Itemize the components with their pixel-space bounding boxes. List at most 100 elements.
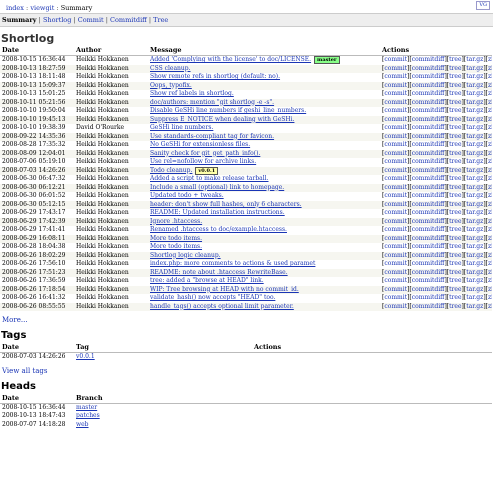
action-zip-link[interactable]: zip bbox=[488, 90, 492, 97]
commit-message-link[interactable]: tree: added a "browse at HEAD" link. bbox=[150, 277, 264, 284]
breadcrumb-index[interactable]: index bbox=[6, 4, 24, 12]
action-commit-link[interactable]: commit bbox=[384, 56, 407, 63]
action-commitdiff-link[interactable]: commitdiff bbox=[412, 184, 445, 191]
action-zip-link[interactable]: zip bbox=[488, 286, 492, 293]
action-zip-link[interactable]: zip bbox=[488, 99, 492, 106]
action-targz-link[interactable]: tar.gz bbox=[466, 226, 483, 233]
action-commitdiff-link[interactable]: commitdiff bbox=[412, 150, 445, 157]
action-targz-link[interactable]: tar.gz bbox=[466, 294, 483, 301]
action-targz-link[interactable]: tar.gz bbox=[466, 252, 483, 259]
action-tree-link[interactable]: tree bbox=[449, 303, 461, 310]
action-targz-link[interactable]: tar.gz bbox=[466, 201, 483, 208]
action-commitdiff-link[interactable]: commitdiff bbox=[412, 294, 445, 301]
action-zip-link[interactable]: zip bbox=[488, 209, 492, 216]
more-link[interactable]: More... bbox=[2, 316, 28, 324]
commit-message-link[interactable]: README: Updated installation instruction… bbox=[150, 209, 285, 216]
branch-link[interactable]: master bbox=[76, 404, 97, 411]
action-zip-link[interactable]: zip bbox=[488, 252, 492, 259]
view-all-tags-link[interactable]: View all tags bbox=[2, 367, 47, 375]
commit-message-link[interactable]: Suppress E_NOTICE when dealing with GeSH… bbox=[150, 116, 294, 123]
action-targz-link[interactable]: tar.gz bbox=[466, 141, 483, 148]
commit-message-link[interactable]: No GeSHi for extensionless files. bbox=[150, 141, 250, 148]
commit-message-link[interactable]: WIP: Tree browsing at HEAD with no commi… bbox=[150, 286, 299, 293]
action-tree-link[interactable]: tree bbox=[449, 99, 461, 106]
action-tree-link[interactable]: tree bbox=[449, 252, 461, 259]
commit-message-link[interactable]: Renamed .htaccess to doc/example.htacces… bbox=[150, 226, 287, 233]
action-commitdiff-link[interactable]: commitdiff bbox=[412, 235, 445, 242]
action-commitdiff-link[interactable]: commitdiff bbox=[412, 107, 445, 114]
action-zip-link[interactable]: zip bbox=[488, 133, 492, 140]
action-commit-link[interactable]: commit bbox=[384, 133, 407, 140]
action-tree-link[interactable]: tree bbox=[449, 56, 461, 63]
action-commitdiff-link[interactable]: commitdiff bbox=[412, 209, 445, 216]
action-targz-link[interactable]: tar.gz bbox=[466, 303, 483, 310]
action-commit-link[interactable]: commit bbox=[384, 184, 407, 191]
action-targz-link[interactable]: tar.gz bbox=[466, 158, 483, 165]
action-commit-link[interactable]: commit bbox=[384, 226, 407, 233]
action-commitdiff-link[interactable]: commitdiff bbox=[412, 277, 445, 284]
action-tree-link[interactable]: tree bbox=[449, 184, 461, 191]
commit-message-link[interactable]: Updated todo + tweaks. bbox=[150, 192, 224, 199]
commit-message-link[interactable]: Show ref labels in shortlog. bbox=[150, 90, 234, 97]
nav-summary[interactable]: Summary bbox=[2, 16, 37, 24]
action-tree-link[interactable]: tree bbox=[449, 141, 461, 148]
action-commitdiff-link[interactable]: commitdiff bbox=[412, 116, 445, 123]
action-commitdiff-link[interactable]: commitdiff bbox=[412, 260, 445, 267]
action-targz-link[interactable]: tar.gz bbox=[466, 124, 483, 131]
action-tree-link[interactable]: tree bbox=[449, 269, 461, 276]
action-targz-link[interactable]: tar.gz bbox=[466, 192, 483, 199]
tag-link[interactable]: v0.0.1 bbox=[76, 353, 95, 360]
action-tree-link[interactable]: tree bbox=[449, 286, 461, 293]
action-commitdiff-link[interactable]: commitdiff bbox=[412, 226, 445, 233]
action-tree-link[interactable]: tree bbox=[449, 235, 461, 242]
action-commitdiff-link[interactable]: commitdiff bbox=[412, 286, 445, 293]
commit-message-link[interactable]: Show remote refs in shortlog (default: n… bbox=[150, 73, 280, 80]
action-commit-link[interactable]: commit bbox=[384, 269, 407, 276]
action-commitdiff-link[interactable]: commitdiff bbox=[412, 82, 445, 89]
action-targz-link[interactable]: tar.gz bbox=[466, 286, 483, 293]
action-tree-link[interactable]: tree bbox=[449, 277, 461, 284]
nav-commitdiff[interactable]: Commitdiff bbox=[110, 16, 147, 24]
action-tree-link[interactable]: tree bbox=[449, 150, 461, 157]
action-zip-link[interactable]: zip bbox=[488, 243, 492, 250]
action-commit-link[interactable]: commit bbox=[384, 107, 407, 114]
action-tree-link[interactable]: tree bbox=[449, 218, 461, 225]
action-targz-link[interactable]: tar.gz bbox=[466, 277, 483, 284]
action-targz-link[interactable]: tar.gz bbox=[466, 167, 483, 174]
commit-message-link[interactable]: Sanity check for git_get_path_info(). bbox=[150, 150, 260, 157]
action-commitdiff-link[interactable]: commitdiff bbox=[412, 99, 445, 106]
action-commitdiff-link[interactable]: commitdiff bbox=[412, 218, 445, 225]
action-tree-link[interactable]: tree bbox=[449, 90, 461, 97]
ref-badge[interactable]: v0.0.1 bbox=[195, 166, 219, 175]
branch-link[interactable]: patches bbox=[76, 412, 100, 419]
action-commitdiff-link[interactable]: commitdiff bbox=[412, 158, 445, 165]
action-targz-link[interactable]: tar.gz bbox=[466, 56, 483, 63]
action-zip-link[interactable]: zip bbox=[488, 73, 492, 80]
action-targz-link[interactable]: tar.gz bbox=[466, 150, 483, 157]
action-zip-link[interactable]: zip bbox=[488, 82, 492, 89]
action-tree-link[interactable]: tree bbox=[449, 192, 461, 199]
action-tree-link[interactable]: tree bbox=[449, 226, 461, 233]
commit-message-link[interactable]: Shortlog logic cleanup. bbox=[150, 252, 221, 259]
action-commitdiff-link[interactable]: commitdiff bbox=[412, 90, 445, 97]
action-tree-link[interactable]: tree bbox=[449, 158, 461, 165]
action-tree-link[interactable]: tree bbox=[449, 260, 461, 267]
commit-message-link[interactable]: Use rel=nofollow for archive links. bbox=[150, 158, 256, 165]
action-commit-link[interactable]: commit bbox=[384, 65, 407, 72]
commit-message-link[interactable]: CSS cleanup. bbox=[150, 65, 191, 72]
action-commitdiff-link[interactable]: commitdiff bbox=[412, 303, 445, 310]
action-commit-link[interactable]: commit bbox=[384, 158, 407, 165]
commit-message-link[interactable]: README: note about .htaccess RewriteBase… bbox=[150, 269, 288, 276]
ref-badge[interactable]: master bbox=[314, 56, 340, 64]
action-targz-link[interactable]: tar.gz bbox=[466, 90, 483, 97]
action-zip-link[interactable]: zip bbox=[488, 184, 492, 191]
action-commit-link[interactable]: commit bbox=[384, 124, 407, 131]
action-commit-link[interactable]: commit bbox=[384, 116, 407, 123]
action-targz-link[interactable]: tar.gz bbox=[466, 184, 483, 191]
action-commit-link[interactable]: commit bbox=[384, 252, 407, 259]
commit-message-link[interactable]: Use standards-compliant tag for favicon. bbox=[150, 133, 274, 140]
action-zip-link[interactable]: zip bbox=[488, 269, 492, 276]
action-zip-link[interactable]: zip bbox=[488, 201, 492, 208]
action-tree-link[interactable]: tree bbox=[449, 133, 461, 140]
commit-message-link[interactable]: Added 'Complying with the license' to do… bbox=[150, 56, 311, 63]
